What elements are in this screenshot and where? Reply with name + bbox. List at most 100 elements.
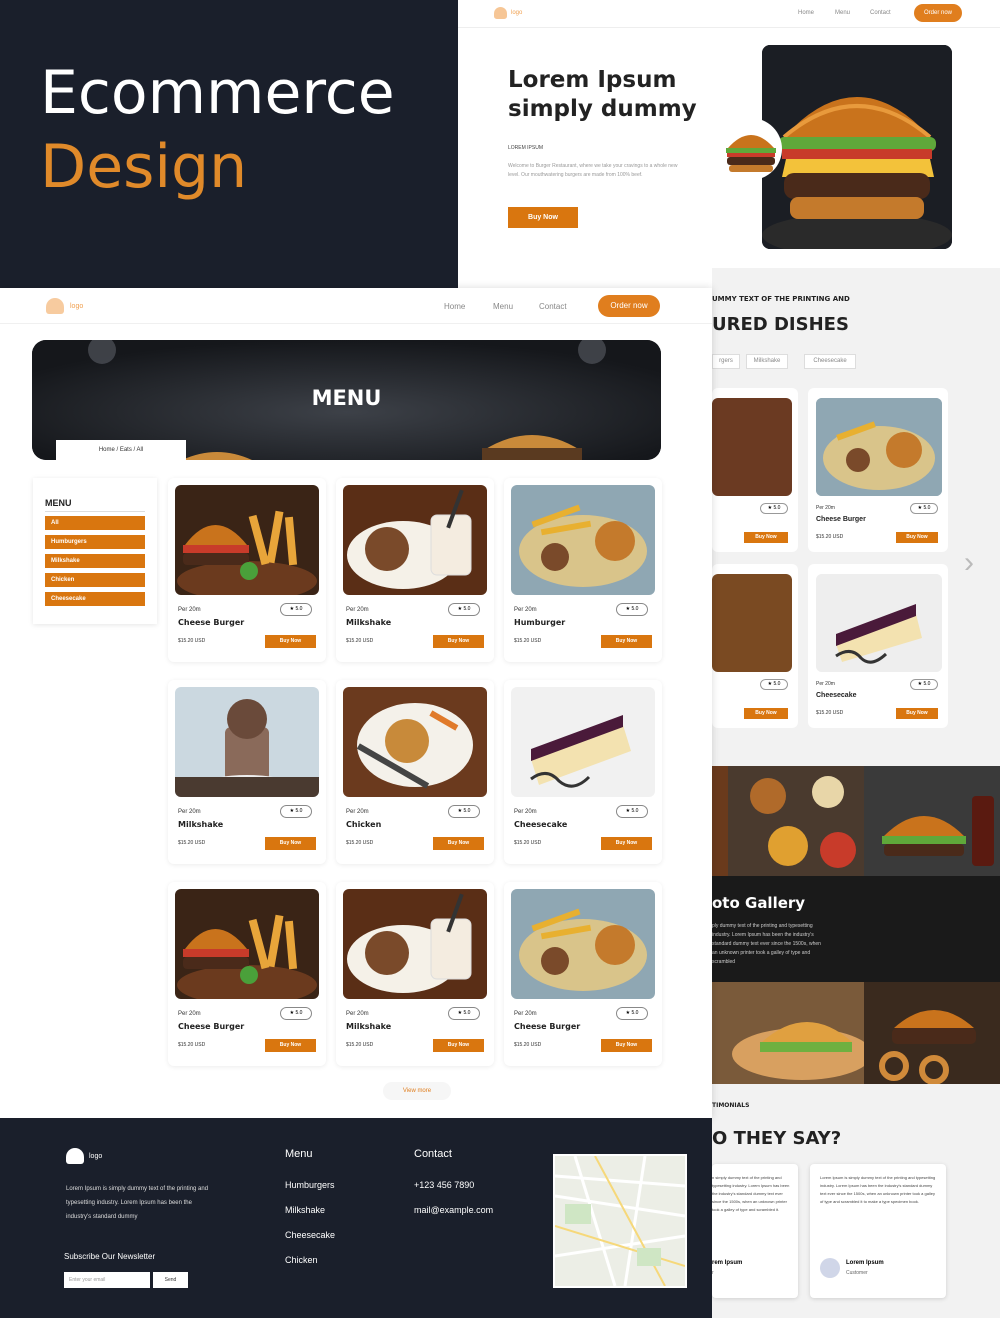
small-burger-illustration bbox=[726, 135, 776, 172]
testimonial-name: rem Ipsum bbox=[712, 1260, 743, 1266]
footer-map[interactable] bbox=[553, 1154, 687, 1288]
footer-link-cheesecake[interactable]: Cheesecake bbox=[285, 1230, 335, 1240]
newsletter-email-input[interactable]: Enter your email bbox=[64, 1272, 150, 1288]
nav-menu[interactable]: Menu bbox=[493, 302, 513, 311]
breadcrumb[interactable]: Home / Eats / All bbox=[56, 440, 186, 460]
footer-link-chicken[interactable]: Chicken bbox=[285, 1255, 318, 1265]
gallery-image bbox=[712, 982, 864, 1084]
buy-now-button[interactable]: Buy Now bbox=[265, 1039, 316, 1052]
product-price: $15.20 USD bbox=[346, 1042, 374, 1048]
photo-gallery: oto Gallery ply dummy text of the printi… bbox=[712, 766, 1000, 1084]
buy-now-button[interactable]: Buy Now bbox=[433, 635, 484, 648]
product-card: Per 20m ★ 5.0 Cheese Burger $15.20 USD B… bbox=[504, 882, 662, 1066]
testimonial-card: Lorem Ipsum is simply dummy text of the … bbox=[810, 1164, 946, 1298]
product-price: $15.20 USD bbox=[178, 1042, 206, 1048]
product-price: $15.20 USD bbox=[514, 638, 542, 644]
hero-buy-now-button[interactable]: Buy Now bbox=[508, 207, 578, 228]
product-name: Cheesecake bbox=[514, 820, 568, 829]
cheesecake-illustration bbox=[816, 574, 942, 672]
prep-time: Per 20m bbox=[346, 809, 369, 815]
rating-badge: ★ 5.0 bbox=[616, 1007, 648, 1020]
featured-tab-cheesecake[interactable]: Cheesecake bbox=[804, 354, 856, 369]
product-image-illustration bbox=[175, 687, 319, 797]
category-milkshake[interactable]: Milkshake bbox=[45, 554, 145, 568]
carousel-next-arrow-icon[interactable]: › bbox=[964, 546, 974, 580]
sidebar-divider bbox=[45, 511, 145, 512]
buy-now-button[interactable]: Buy Now bbox=[265, 837, 316, 850]
product-name: Milkshake bbox=[346, 1022, 392, 1031]
featured-tab-burgers[interactable]: rgers bbox=[712, 354, 740, 369]
product-image-illustration bbox=[175, 485, 319, 595]
featured-card-name: Cheesecake bbox=[816, 692, 857, 699]
hero-page: logo Home Menu Contact Order now Lorem I… bbox=[458, 0, 1000, 268]
featured-card: Per 20m ★ 5.0 Cheesecake $15.20 USD Buy … bbox=[808, 564, 948, 728]
hero-navbar: logo Home Menu Contact Order now bbox=[458, 0, 1000, 28]
product-price: $15.20 USD bbox=[178, 840, 206, 846]
featured-buy-now-button[interactable]: Buy Now bbox=[896, 532, 938, 543]
product-card: Per 20m ★ 5.0 Cheese Burger $15.20 USD B… bbox=[168, 882, 326, 1066]
category-all[interactable]: All bbox=[45, 516, 145, 530]
category-cheesecake[interactable]: Cheesecake bbox=[45, 592, 145, 606]
category-humburgers[interactable]: Humburgers bbox=[45, 535, 145, 549]
featured-card: ★ 5.0 Buy Now bbox=[712, 388, 798, 552]
buy-now-button[interactable]: Buy Now bbox=[433, 1039, 484, 1052]
prep-time: Per 20m bbox=[178, 607, 201, 613]
featured-buy-now-button[interactable]: Buy Now bbox=[744, 708, 788, 719]
logo-text: logo bbox=[511, 10, 523, 16]
gallery-image bbox=[864, 766, 1000, 876]
category-chicken[interactable]: Chicken bbox=[45, 573, 145, 587]
footer-link-milkshake[interactable]: Milkshake bbox=[285, 1205, 325, 1215]
gallery-burger-illustration bbox=[864, 766, 1000, 876]
featured-tab-milkshake[interactable]: Milkshake bbox=[746, 354, 788, 369]
product-price: $15.20 USD bbox=[346, 840, 374, 846]
product-image-illustration bbox=[511, 889, 655, 999]
menu-banner: MENU Home / Eats / All bbox=[32, 340, 661, 460]
featured-buy-now-button[interactable]: Buy Now bbox=[744, 532, 788, 543]
product-card: Per 20m ★ 5.0 Milkshake $15.20 USD Buy N… bbox=[336, 882, 494, 1066]
buy-now-button[interactable]: Buy Now bbox=[265, 635, 316, 648]
footer-contact-heading: Contact bbox=[414, 1148, 452, 1160]
product-card: Per 20m ★ 5.0 Milkshake $15.20 USD Buy N… bbox=[168, 680, 326, 864]
buy-now-button[interactable]: Buy Now bbox=[433, 837, 484, 850]
newsletter-send-button[interactable]: Send bbox=[153, 1272, 188, 1288]
footer-link-humburgers[interactable]: Humburgers bbox=[285, 1180, 335, 1190]
featured-buy-now-button[interactable]: Buy Now bbox=[896, 708, 938, 719]
product-image bbox=[511, 687, 655, 797]
product-price: $15.20 USD bbox=[346, 638, 374, 644]
rating-badge: ★ 5.0 bbox=[910, 503, 938, 514]
product-image-illustration bbox=[343, 687, 487, 797]
buy-now-button[interactable]: Buy Now bbox=[601, 837, 652, 850]
buy-now-button[interactable]: Buy Now bbox=[601, 635, 652, 648]
footer-email[interactable]: mail@example.com bbox=[414, 1205, 493, 1215]
prep-time: Per 20m bbox=[346, 607, 369, 613]
order-now-button[interactable]: Order now bbox=[598, 295, 660, 317]
prep-time: Per 20m bbox=[816, 505, 835, 511]
nav-contact[interactable]: Contact bbox=[870, 10, 891, 16]
product-name: Cheese Burger bbox=[514, 1022, 581, 1031]
logo-text: logo bbox=[70, 303, 84, 310]
footer: logo Lorem Ipsum is simply dummy text of… bbox=[0, 1118, 712, 1318]
nav-contact[interactable]: Contact bbox=[539, 302, 567, 311]
featured-kicker: UMMY TEXT OF THE PRINTING AND bbox=[712, 295, 850, 303]
footer-about: Lorem Ipsum is simply dummy text of the … bbox=[66, 1186, 209, 1220]
footer-phone[interactable]: +123 456 7890 bbox=[414, 1180, 474, 1190]
product-image bbox=[343, 687, 487, 797]
product-image bbox=[175, 889, 319, 999]
featured-card-price: $15.20 USD bbox=[816, 710, 844, 716]
product-image-illustration bbox=[511, 687, 655, 797]
gallery-food-illustration bbox=[728, 766, 864, 876]
featured-card-price: $15.20 USD bbox=[816, 534, 844, 540]
buy-now-button[interactable]: Buy Now bbox=[601, 1039, 652, 1052]
nav-home[interactable]: Home bbox=[444, 302, 465, 311]
view-more-button[interactable]: View more bbox=[383, 1082, 451, 1100]
product-name: Milkshake bbox=[178, 820, 224, 829]
product-image-illustration bbox=[343, 889, 487, 999]
order-now-button[interactable]: Order now bbox=[914, 4, 962, 22]
hero-body: Welcome to Burger Restaurant, where we t… bbox=[508, 163, 678, 178]
nav-home[interactable]: Home bbox=[798, 10, 814, 16]
testimonial-name: Lorem Ipsum bbox=[846, 1260, 884, 1266]
product-name: Humburger bbox=[514, 618, 566, 627]
featured-title: URED DISHES bbox=[712, 314, 849, 335]
nav-menu[interactable]: Menu bbox=[835, 10, 850, 16]
product-image bbox=[175, 687, 319, 797]
